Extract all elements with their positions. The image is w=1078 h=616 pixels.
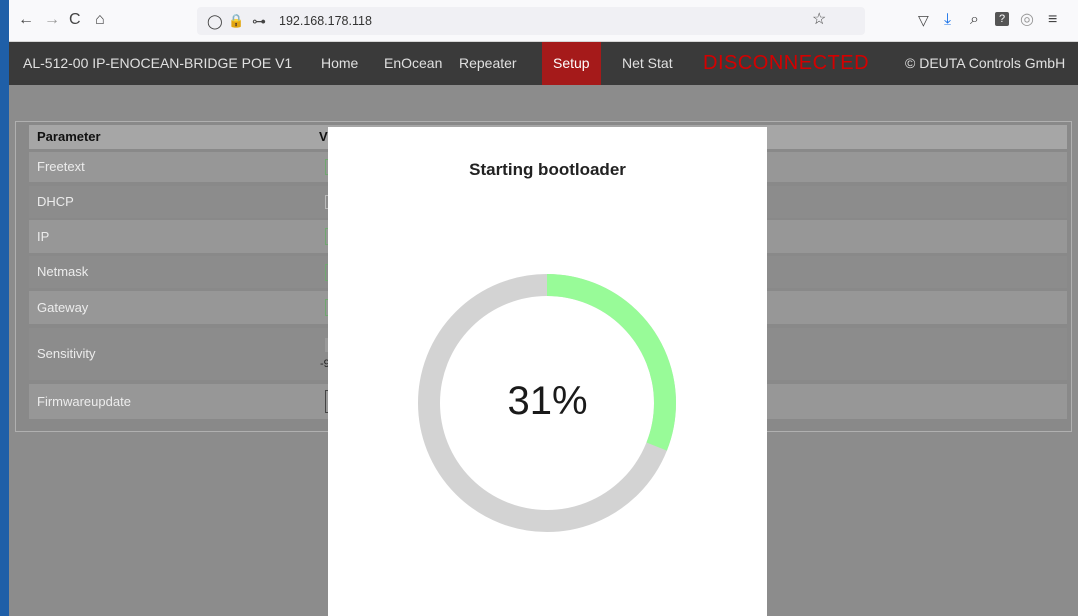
copyright: © DEUTA Controls GmbH: [905, 55, 1066, 71]
app-header: AL-512-00 IP-ENOCEAN-BRIDGE POE V1 Home …: [9, 42, 1078, 85]
dialog-title: Starting bootloader: [469, 160, 626, 179]
value-header: V: [319, 129, 328, 144]
download-icon[interactable]: ⤓: [944, 11, 951, 29]
connection-status: DISCONNECTED: [703, 52, 870, 74]
nav-home[interactable]: Home: [321, 42, 358, 85]
row-label: DHCP: [37, 194, 74, 209]
window-edge: [0, 0, 9, 616]
progress-percent: 31%: [507, 379, 588, 423]
forward-icon[interactable]: →: [44, 11, 60, 29]
nav-repeater[interactable]: Repeater: [459, 42, 517, 85]
account-icon[interactable]: ◎: [1020, 11, 1034, 29]
row-label: Firmwareupdate: [37, 394, 131, 409]
device-title: AL-512-00 IP-ENOCEAN-BRIDGE POE V1: [23, 55, 293, 71]
shield-icon[interactable]: ◯: [207, 12, 223, 30]
browser-toolbar: ← → C ⌂ ◯ 🔒 ⊶ 192.168.178.118 ☆ ▽ ⤓ ⌕ ? …: [9, 0, 1078, 42]
url-text[interactable]: 192.168.178.118: [279, 14, 372, 28]
row-label: IP: [37, 229, 50, 244]
url-bar[interactable]: ◯ 🔒 ⊶ 192.168.178.118: [197, 7, 865, 35]
bootloader-dialog: Starting bootloader 31%: [328, 127, 767, 616]
back-icon[interactable]: ←: [18, 11, 34, 29]
row-label: Freetext: [37, 159, 85, 174]
permissions-key-icon[interactable]: ⊶: [252, 12, 266, 30]
nav-enocean[interactable]: EnOcean: [384, 42, 442, 85]
home-icon[interactable]: ⌂: [95, 11, 105, 29]
extension-icon[interactable]: ?: [995, 12, 1009, 26]
row-label: Gateway: [37, 300, 89, 315]
row-label: Netmask: [37, 264, 89, 279]
nav-setup[interactable]: Setup: [542, 42, 601, 85]
param-header: Parameter: [37, 129, 101, 144]
nav-netstat[interactable]: Net Stat: [622, 42, 673, 85]
row-label: Sensitivity: [37, 346, 96, 361]
menu-icon[interactable]: ≡: [1048, 11, 1057, 29]
reload-icon[interactable]: C: [69, 11, 81, 29]
bookmark-star-icon[interactable]: ☆: [812, 11, 826, 29]
insecure-lock-icon[interactable]: 🔒: [228, 12, 244, 30]
pocket-icon[interactable]: ▽: [918, 11, 929, 29]
zoom-icon[interactable]: ⌕: [970, 11, 979, 29]
